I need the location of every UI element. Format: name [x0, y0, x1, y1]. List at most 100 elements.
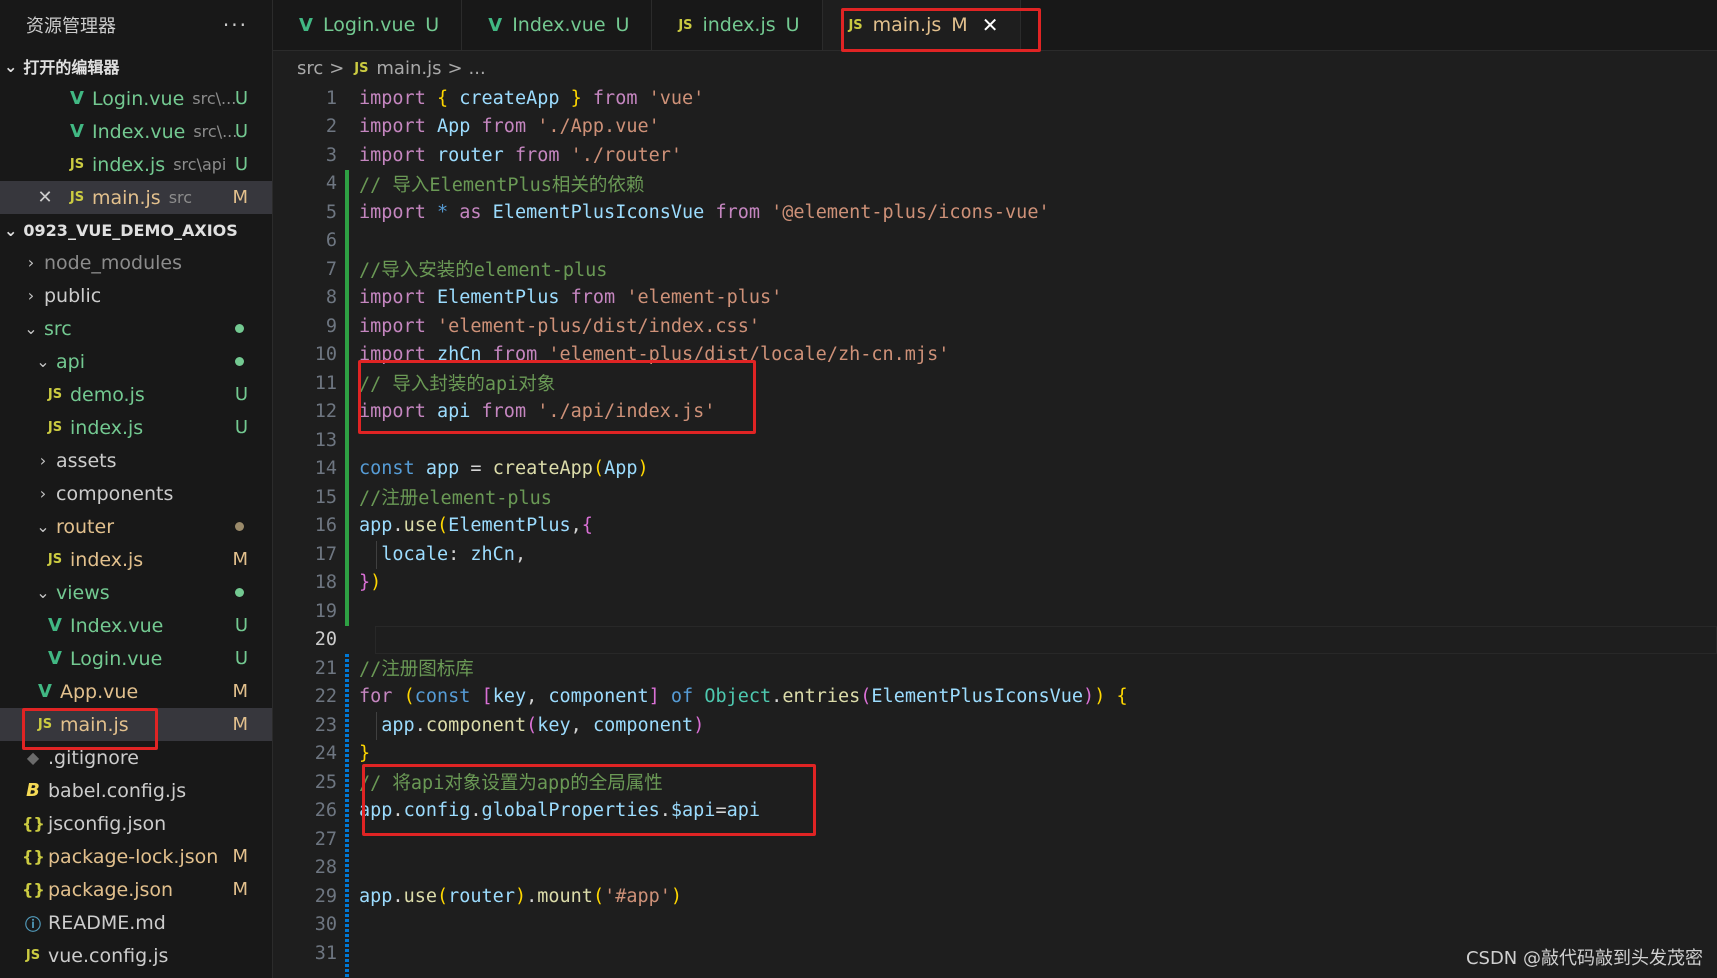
tree-file-index-vue[interactable]: V Index.vue U: [0, 609, 272, 642]
tab-index-vue[interactable]: V Index.vue U: [462, 0, 653, 50]
editor-tabs: V Login.vue U V Index.vue U JS index.js …: [273, 0, 1717, 51]
line-number: 31: [314, 942, 337, 964]
tree-item-label: assets: [56, 449, 117, 472]
line-number: 17: [314, 543, 337, 565]
tree-file-router-index-js[interactable]: JS index.js M: [0, 543, 272, 576]
json-file-icon: {}: [22, 814, 45, 833]
close-icon[interactable]: ✕: [34, 187, 56, 208]
git-status-badge: U: [234, 121, 248, 142]
tab-index-js[interactable]: JS index.js U: [652, 0, 823, 50]
git-status-dot: [235, 522, 244, 531]
explorer-sidebar: 资源管理器 ··· ⌄ 打开的编辑器 V Login.vue src\... U…: [0, 0, 273, 978]
open-editor-item[interactable]: V Login.vue src\... U: [0, 82, 272, 115]
explorer-title: 资源管理器: [26, 16, 116, 37]
chevron-right-icon: ›: [27, 253, 35, 272]
open-editor-path: src\...: [193, 122, 238, 141]
git-status-badge: M: [232, 187, 248, 208]
code-line: 11// 导入封装的api对象: [273, 369, 1717, 398]
line-number: 15: [314, 486, 337, 508]
code-line: 16 app.use(ElementPlus,{: [273, 512, 1717, 541]
js-file-icon: JS: [69, 157, 85, 172]
git-status-dot: [235, 324, 244, 333]
explorer-header: 资源管理器 ···: [0, 0, 272, 50]
tree-file-vue-config[interactable]: JS vue.config.js: [0, 939, 272, 972]
tree-item-label: main.js: [60, 713, 129, 736]
line-number: 2: [325, 116, 337, 138]
tree-file-package[interactable]: {} package.json M: [0, 873, 272, 906]
line-number: 16: [314, 515, 337, 537]
tree-file-readme[interactable]: ⓘ README.md: [0, 906, 272, 939]
js-file-icon: JS: [354, 60, 369, 76]
open-editor-name: index.js: [92, 153, 166, 176]
line-number: 30: [314, 914, 337, 936]
tree-folder-assets[interactable]: › assets: [0, 444, 272, 477]
tree-folder-api[interactable]: ⌄ api: [0, 345, 272, 378]
tree-file-api-index-js[interactable]: JS index.js U: [0, 411, 272, 444]
breadcrumb-symbol[interactable]: ...: [469, 58, 486, 79]
line-number: 20: [314, 629, 337, 651]
tree-item-label: package-lock.json: [48, 845, 219, 868]
tree-file-gitignore[interactable]: ◆ .gitignore: [0, 741, 272, 774]
git-status-badge: M: [232, 846, 248, 867]
tree-folder-public[interactable]: › public: [0, 279, 272, 312]
tree-file-babel[interactable]: B babel.config.js: [0, 774, 272, 807]
code-line: 1 import { createApp } from 'vue': [273, 84, 1717, 113]
open-editor-item-active[interactable]: ✕ JS main.js src M: [0, 181, 272, 214]
tree-file-main-js[interactable]: JS main.js M: [0, 708, 272, 741]
tree-item-label: Login.vue: [70, 647, 163, 670]
code-line: 18}): [273, 569, 1717, 598]
open-editor-name: Index.vue: [92, 120, 186, 143]
tree-item-label: index.js: [70, 548, 144, 571]
tree-file-login-vue[interactable]: V Login.vue U: [0, 642, 272, 675]
breadcrumb-separator: >: [329, 57, 345, 79]
open-editor-path: src\api: [173, 155, 227, 174]
git-status-badge: U: [234, 154, 248, 175]
tree-file-app-vue[interactable]: V App.vue M: [0, 675, 272, 708]
line-number: 9: [325, 315, 337, 337]
close-tab-icon[interactable]: ✕: [982, 13, 999, 37]
vue-file-icon: V: [70, 88, 84, 109]
tree-item-label: node_modules: [44, 251, 183, 274]
watermark-text: CSDN @敲代码敲到头发茂密: [1465, 948, 1703, 969]
code-editor[interactable]: 1 import { createApp } from 'vue' 2 import…: [273, 84, 1717, 978]
open-editor-item[interactable]: V Index.vue src\... U: [0, 115, 272, 148]
tree-folder-components[interactable]: › components: [0, 477, 272, 510]
open-editors-section[interactable]: ⌄ 打开的编辑器: [0, 50, 272, 82]
line-number: 24: [314, 743, 337, 765]
more-actions-icon[interactable]: ···: [223, 13, 248, 37]
tree-file-package-lock[interactable]: {} package-lock.json M: [0, 840, 272, 873]
open-editors-title: 打开的编辑器: [23, 58, 120, 77]
js-file-icon: JS: [47, 420, 63, 435]
line-number: 12: [314, 401, 337, 423]
tree-file-jsconfig[interactable]: {} jsconfig.json: [0, 807, 272, 840]
js-file-icon: JS: [678, 17, 693, 33]
tab-login-vue[interactable]: V Login.vue U: [273, 0, 463, 50]
line-number: 18: [314, 572, 337, 594]
git-status-badge: U: [234, 417, 248, 438]
breadcrumb-separator: >: [447, 57, 463, 79]
open-editor-item[interactable]: JS index.js src\api U: [0, 148, 272, 181]
tab-label: Index.vue: [512, 14, 606, 36]
tree-folder-router[interactable]: ⌄ router: [0, 510, 272, 543]
code-line: 29 app.use(router).mount('#app'): [273, 882, 1717, 911]
chevron-down-icon: ⌄: [4, 56, 18, 76]
tab-main-js[interactable]: JS main.js M ✕: [822, 0, 1022, 50]
code-line: 19: [273, 597, 1717, 626]
vue-file-icon: V: [488, 14, 503, 36]
tree-folder-node-modules[interactable]: › node_modules: [0, 246, 272, 279]
tree-folder-src[interactable]: ⌄ src: [0, 312, 272, 345]
tree-file-demo-js[interactable]: JS demo.js U: [0, 378, 272, 411]
tab-status: U: [425, 14, 440, 36]
project-section[interactable]: ⌄ 0923_VUE_DEMO_AXIOS: [0, 214, 272, 246]
breadcrumb-file[interactable]: main.js: [376, 58, 441, 79]
code-line: 3 import router from './router': [273, 141, 1717, 170]
tree-folder-views[interactable]: ⌄ views: [0, 576, 272, 609]
git-file-icon: ◆: [26, 748, 40, 767]
js-file-icon: JS: [47, 552, 63, 567]
breadcrumb-folder[interactable]: src: [297, 58, 323, 79]
code-line: 8 import ElementPlus from 'element-plus': [273, 284, 1717, 313]
js-file-icon: JS: [47, 387, 63, 402]
project-title: 0923_VUE_DEMO_AXIOS: [23, 220, 238, 240]
info-file-icon: ⓘ: [24, 914, 41, 934]
code-line: 12 import api from './api/index.js': [273, 398, 1717, 427]
